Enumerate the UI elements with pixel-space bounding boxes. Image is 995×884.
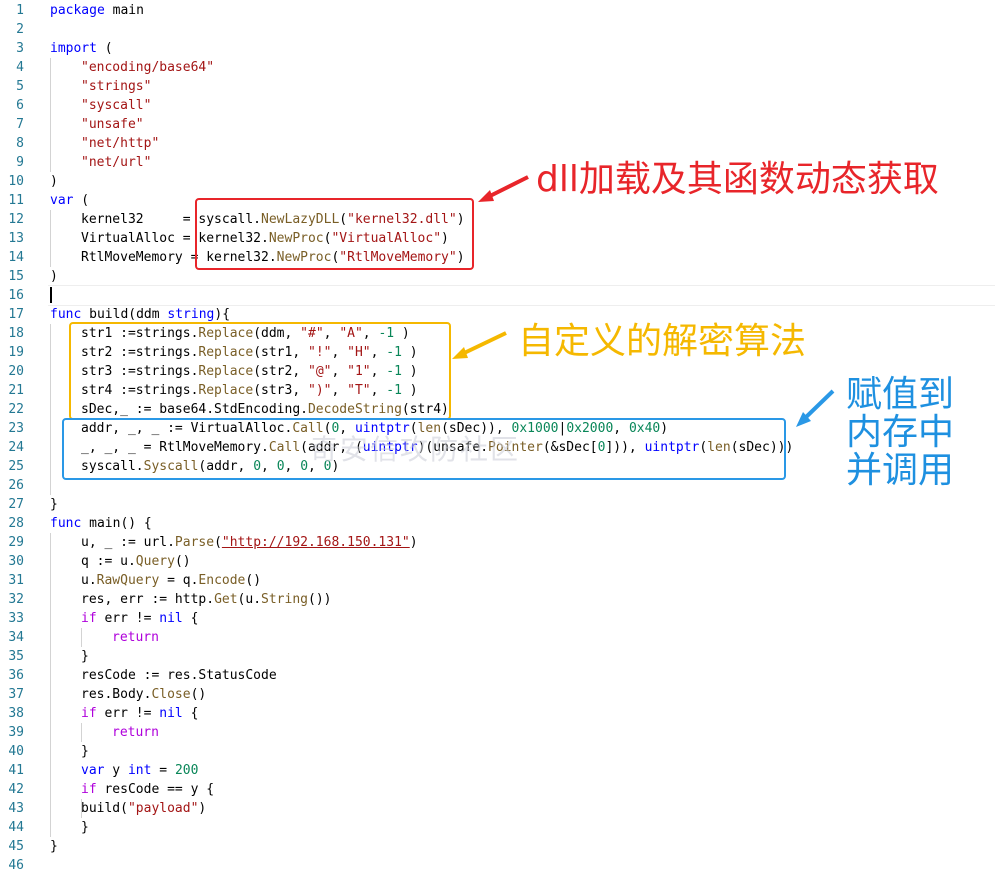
- decrypt-annotation: 自定义的解密算法: [518, 321, 807, 362]
- dll-annotation: dll加载及其函数动态获取: [536, 159, 939, 200]
- dll-arrow-icon: [485, 175, 529, 200]
- dll-arrowhead-icon: [478, 190, 494, 202]
- memory-annotation: 赋值到 内存中 并调用: [846, 376, 954, 490]
- memory-annotation-line-2: 内存中: [846, 412, 955, 453]
- memory-arrow-icon: [801, 389, 835, 422]
- memory-annotation-line-1: 赋值到: [846, 374, 955, 415]
- memory-annotation-line-3: 并调用: [846, 450, 955, 491]
- decrypt-arrow-icon: [459, 331, 507, 357]
- decrypt-arrowhead-icon: [452, 347, 468, 359]
